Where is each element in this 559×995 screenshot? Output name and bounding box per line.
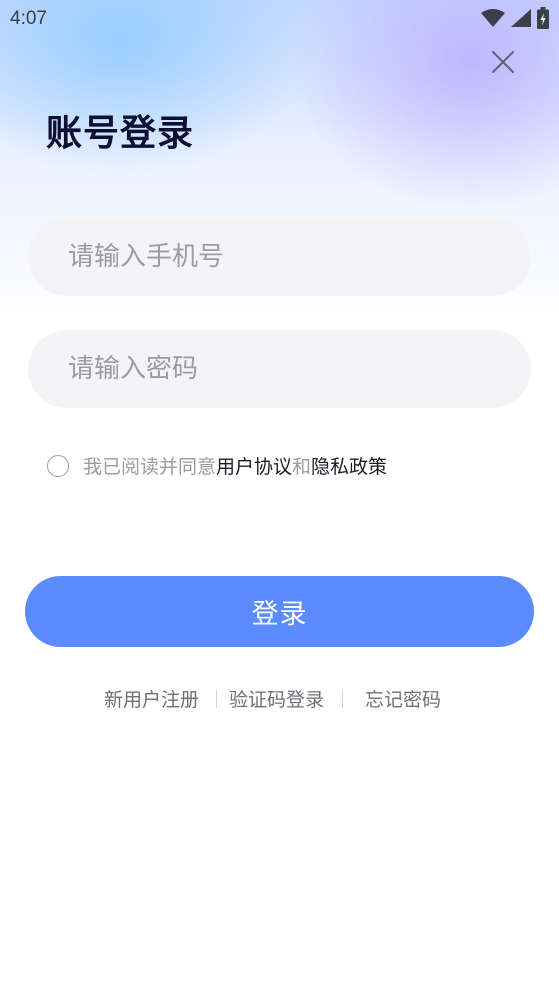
agreement-radio[interactable] — [47, 454, 69, 477]
close-icon — [492, 51, 514, 73]
phone-input[interactable] — [28, 218, 531, 296]
user-agreement-link[interactable]: 用户协议 — [216, 456, 292, 478]
login-button[interactable]: 登录 — [25, 576, 534, 647]
register-link[interactable]: 新用户注册 — [104, 685, 199, 712]
close-button[interactable] — [486, 45, 520, 79]
link-divider — [216, 690, 217, 708]
agreement-row: 我已阅读并同意用户协议和隐私政策 — [47, 452, 387, 479]
status-bar: 4:07 — [0, 0, 559, 38]
bottom-links: 新用户注册 验证码登录 忘记密码 — [0, 685, 559, 713]
battery-icon — [537, 7, 549, 29]
page-title: 账号登录 — [46, 113, 195, 154]
link-divider — [342, 690, 343, 708]
privacy-policy-link[interactable]: 隐私政策 — [311, 456, 387, 478]
agreement-conjunction: 和 — [292, 456, 312, 478]
password-input[interactable] — [28, 330, 531, 408]
agreement-prefix: 我已阅读并同意 — [83, 456, 217, 478]
status-time: 4:07 — [10, 8, 47, 29]
status-icons — [481, 7, 549, 29]
agreement-text: 我已阅读并同意用户协议和隐私政策 — [83, 452, 387, 479]
forgot-password-link[interactable]: 忘记密码 — [365, 685, 441, 712]
signal-icon — [511, 9, 531, 27]
wifi-icon — [481, 9, 505, 27]
sms-login-link[interactable]: 验证码登录 — [229, 685, 324, 712]
